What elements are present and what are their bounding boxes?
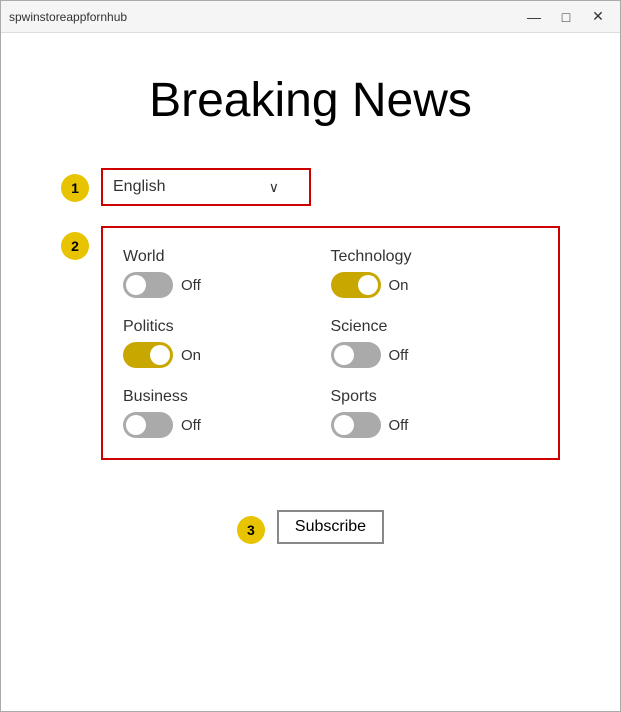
subscribe-button[interactable]: Subscribe [277, 510, 384, 544]
toggle-technology-state: On [389, 277, 409, 294]
toggle-science[interactable] [331, 342, 381, 368]
category-business: Business Off [123, 388, 331, 438]
toggle-sports[interactable] [331, 412, 381, 438]
categories-grid: World Off Technology On [123, 248, 538, 438]
toggle-world-state: Off [181, 277, 201, 294]
toggle-row-sports: Off [331, 412, 539, 438]
toggle-world[interactable] [123, 272, 173, 298]
window-controls: — □ ✕ [520, 7, 612, 27]
toggle-row-technology: On [331, 272, 539, 298]
categories-section: 2 World Off Technology [61, 226, 560, 460]
toggle-business-state: Off [181, 417, 201, 434]
toggle-row-politics: On [123, 342, 331, 368]
toggle-row-science: Off [331, 342, 539, 368]
page-title: Breaking News [149, 73, 472, 128]
category-technology: Technology On [331, 248, 539, 298]
category-business-label: Business [123, 388, 331, 406]
subscribe-badge: 3 [237, 516, 265, 544]
toggle-row-world: Off [123, 272, 331, 298]
language-section: 1 English ∨ [61, 168, 560, 206]
toggle-business[interactable] [123, 412, 173, 438]
minimize-button[interactable]: — [520, 7, 548, 27]
language-selected-value: English [113, 178, 165, 196]
category-sports-label: Sports [331, 388, 539, 406]
chevron-down-icon: ∨ [269, 179, 279, 196]
close-button[interactable]: ✕ [584, 7, 612, 27]
main-content: Breaking News 1 English ∨ 2 World [1, 33, 620, 711]
language-select-container: English ∨ [101, 168, 311, 206]
category-science: Science Off [331, 318, 539, 368]
toggle-politics[interactable] [123, 342, 173, 368]
category-science-label: Science [331, 318, 539, 336]
category-politics-label: Politics [123, 318, 331, 336]
title-bar: spwinstoreappfornhub — □ ✕ [1, 1, 620, 33]
language-select[interactable]: English ∨ [101, 168, 311, 206]
toggle-politics-state: On [181, 347, 201, 364]
category-world-label: World [123, 248, 331, 266]
category-technology-label: Technology [331, 248, 539, 266]
category-politics: Politics On [123, 318, 331, 368]
app-window: spwinstoreappfornhub — □ ✕ Breaking News… [0, 0, 621, 712]
toggle-technology[interactable] [331, 272, 381, 298]
toggle-science-state: Off [389, 347, 409, 364]
category-world: World Off [123, 248, 331, 298]
categories-badge: 2 [61, 232, 89, 260]
maximize-button[interactable]: □ [552, 7, 580, 27]
category-sports: Sports Off [331, 388, 539, 438]
subscribe-section: 3 Subscribe [237, 510, 384, 544]
categories-box: World Off Technology On [101, 226, 560, 460]
window-title: spwinstoreappfornhub [9, 10, 127, 24]
toggle-sports-state: Off [389, 417, 409, 434]
toggle-row-business: Off [123, 412, 331, 438]
language-badge: 1 [61, 174, 89, 202]
